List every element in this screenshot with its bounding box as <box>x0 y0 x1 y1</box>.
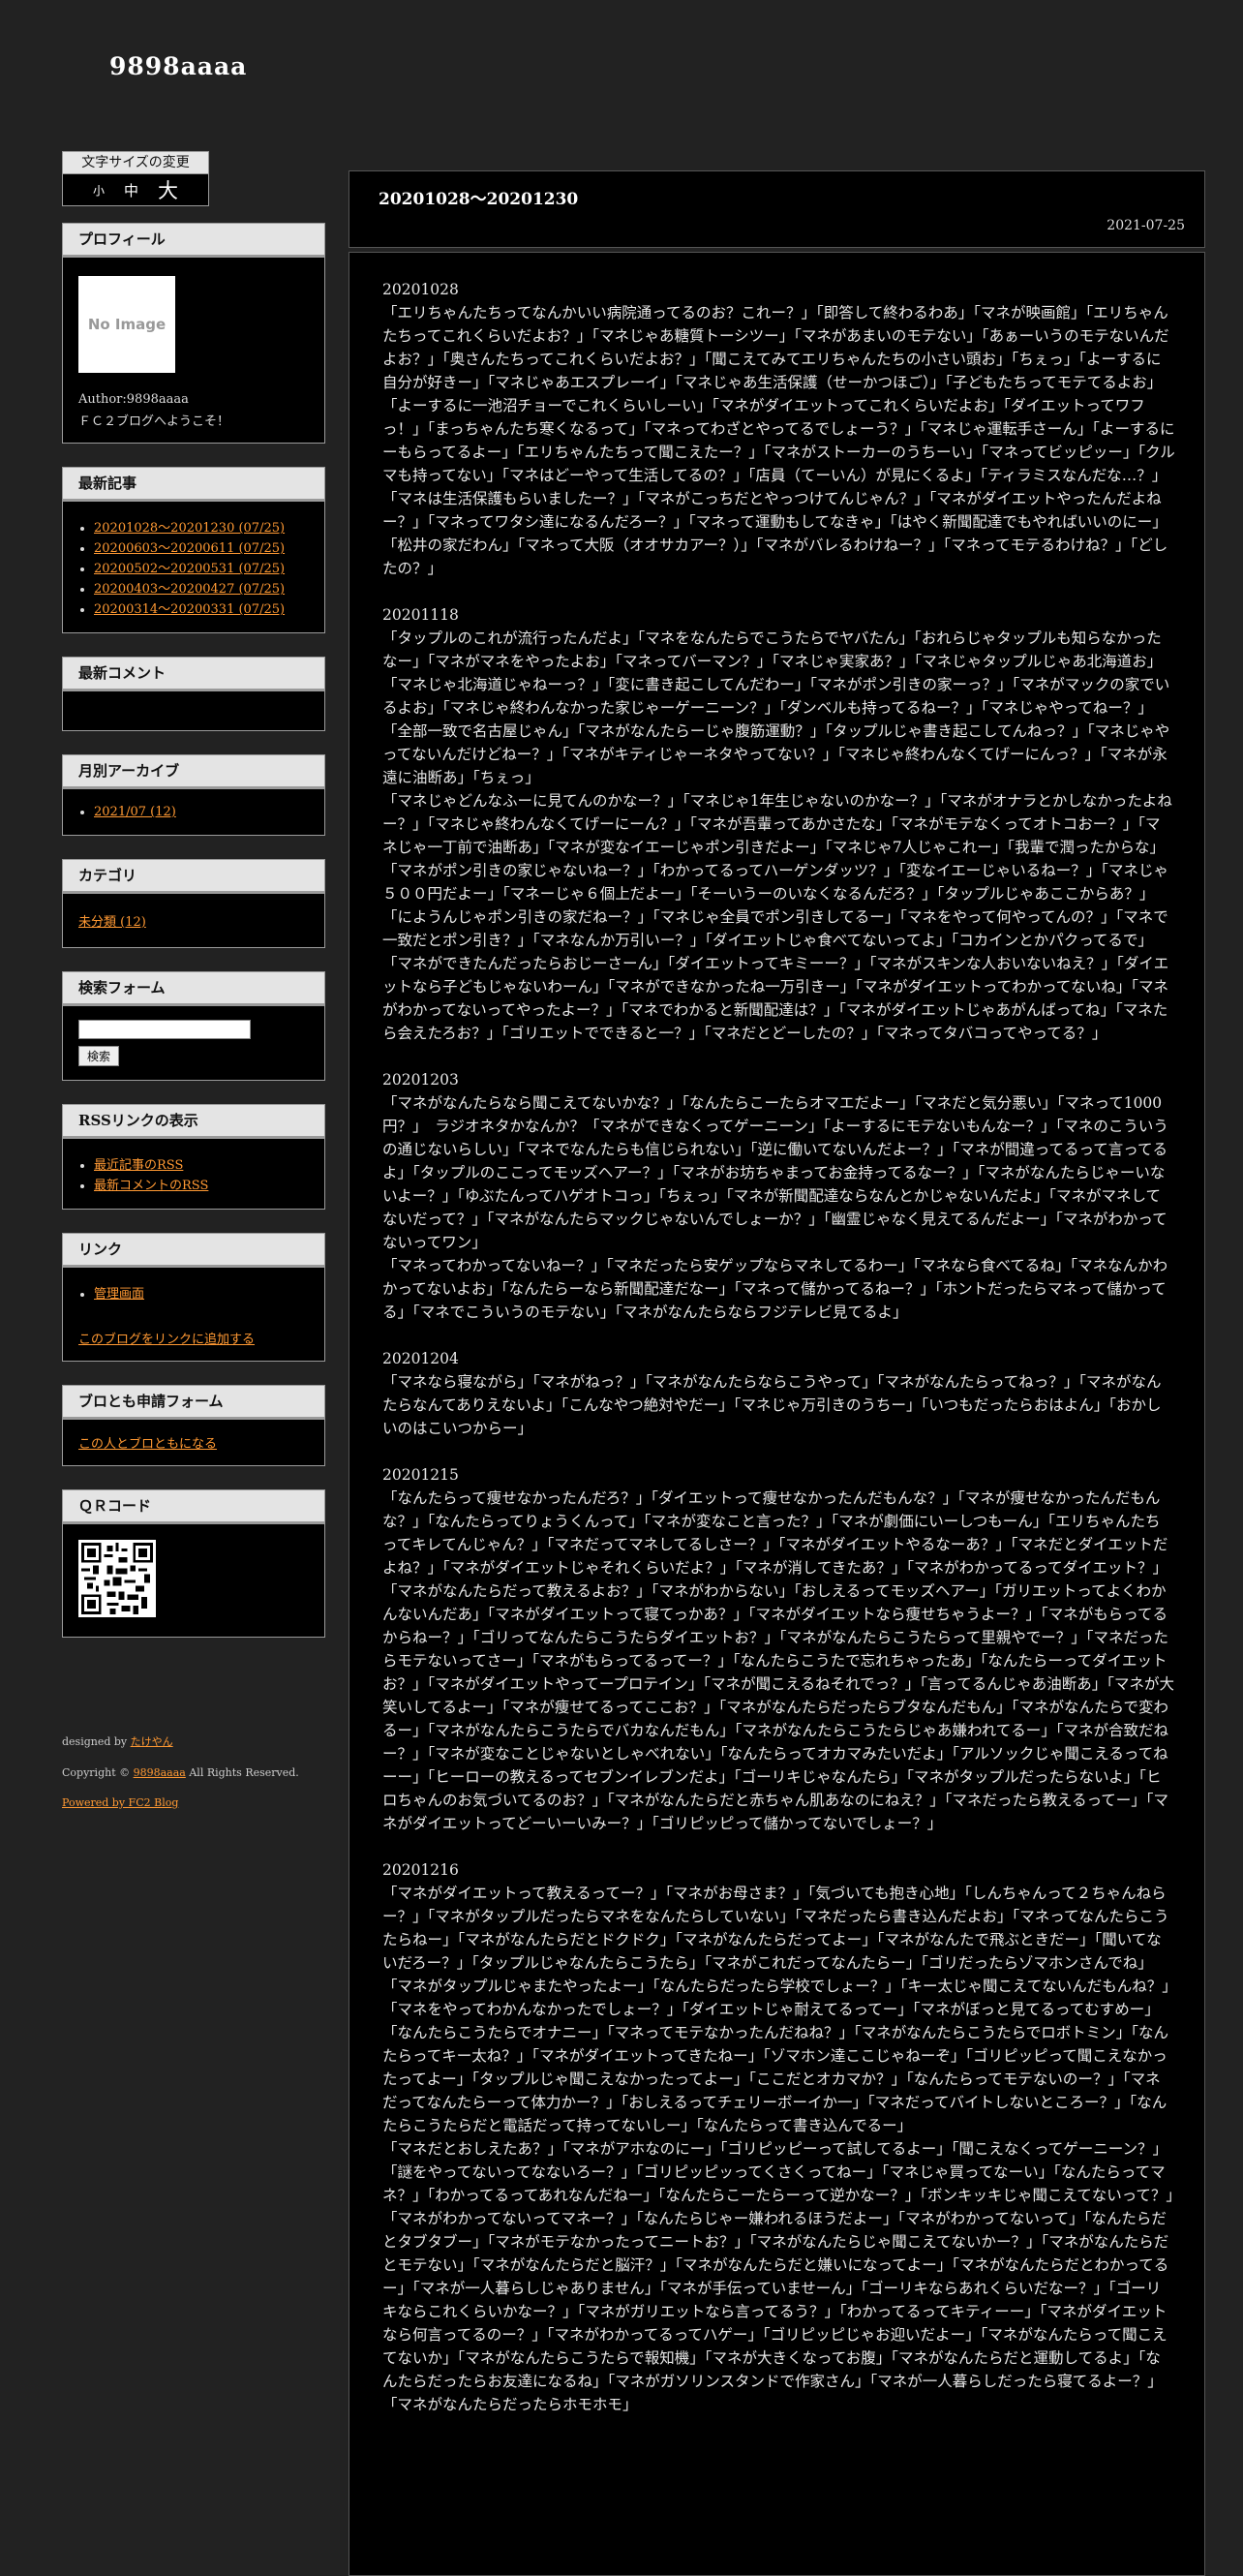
entry-section: 20201118 「タップルのこれが流行ったんだよ」「マネをなんたらでこうたらでヤ… <box>382 603 1175 1045</box>
recent-entry-link[interactable]: 20200603～20200611 (07/25) <box>94 541 285 556</box>
entry-body: 20201028 「エリちゃんたちってなんかいい病院通ってるのお？これー？」「即答… <box>349 252 1205 2576</box>
search-widget: 検索フォーム 検索 <box>62 971 325 1081</box>
friend-request-title: ブロとも申請フォーム <box>63 1386 324 1420</box>
rss-title: RSSリンクの表示 <box>63 1105 324 1139</box>
section-paragraph: 「マネがダイエットって教えるってー？」「マネがお母さま？」「気づいても抱き心地」… <box>382 1885 1169 2134</box>
section-date: 20201204 <box>382 1350 459 1367</box>
admin-link[interactable]: 管理画面 <box>94 1287 144 1302</box>
designed-by-label: designed by <box>62 1735 131 1748</box>
recent-entry-link[interactable]: 20201028～20201230 (07/25) <box>94 521 285 536</box>
entry-date: 2021-07-25 <box>1107 218 1185 233</box>
entry-section: 20201203 「マネがなんたらなら聞こえてないかな？」「なんたらこーたらオマエ… <box>382 1068 1175 1324</box>
qr-code-widget: ＱＲコード <box>62 1489 325 1638</box>
entry-section: 20201216 「マネがダイエットって教えるってー？」「マネがお母さま？」「気づ… <box>382 1858 1175 2416</box>
entry-header: 20201028～20201230 2021-07-25 <box>349 170 1205 248</box>
profile-author: Author:9898aaaa <box>78 392 189 407</box>
search-input[interactable] <box>78 1020 251 1039</box>
font-size-options: 小 中 大 <box>62 174 209 206</box>
designed-by: designed by たけやん <box>62 1733 352 1749</box>
recent-entries-title: 最新記事 <box>63 468 324 502</box>
rss-widget: RSSリンクの表示 最近記事のRSS 最新コメントのRSS <box>62 1104 325 1210</box>
recent-entry-link[interactable]: 20200403～20200427 (07/25) <box>94 582 285 597</box>
section-date: 20201118 <box>382 606 459 624</box>
links-title: リンク <box>63 1234 324 1268</box>
font-size-switcher: 文字サイズの変更 小 中 大 <box>62 151 209 206</box>
font-size-label: 文字サイズの変更 <box>62 151 209 174</box>
recent-comments-widget: 最新コメント <box>62 657 325 731</box>
powered-by-link[interactable]: Powered by FC2 Blog <box>62 1796 178 1809</box>
recent-entry-link[interactable]: 20200314～20200331 (07/25) <box>94 602 285 617</box>
section-paragraph: 「タップルのこれが流行ったんだよ」「マネをなんたらでこうたらでヤバたん」「おれら… <box>382 629 1170 786</box>
search-title: 検索フォーム <box>63 972 324 1006</box>
entry-section: 20201204 「マネなら寝ながら」「マネがねっ？」「マネがなんたらならこうやっ… <box>382 1347 1175 1440</box>
section-paragraph: 「マネじゃどんなふーに見てんのかなー？」「マネじゃ1年生じゃないのかなー？」「マ… <box>382 792 1172 1042</box>
section-date: 20201028 <box>382 281 459 298</box>
section-date: 20201216 <box>382 1861 459 1879</box>
archive-link[interactable]: 2021/07 (12) <box>94 805 176 819</box>
section-paragraph: 「マネなら寝ながら」「マネがねっ？」「マネがなんたらならこうやって」「マネがなん… <box>382 1373 1162 1437</box>
designer-link[interactable]: たけやん <box>131 1735 173 1748</box>
profile-avatar: No Image <box>78 276 175 373</box>
qr-code-image <box>78 1540 156 1617</box>
font-size-large-button[interactable]: 大 <box>158 175 178 204</box>
recent-entries-widget: 最新記事 20201028～20201230 (07/25) 20200603～… <box>62 467 325 633</box>
font-size-small-button[interactable]: 小 <box>93 182 105 199</box>
section-paragraph: 「マネだとおしえたあ？」「マネがアホなのにー」「ゴリピッピーって試してるよー」「… <box>382 2140 1174 2413</box>
monthly-archive-widget: 月別アーカイブ 2021/07 (12) <box>62 754 325 836</box>
rss-entries-link[interactable]: 最近記事のRSS <box>94 1158 183 1173</box>
footer: designed by たけやん Copyright © 9898aaaa Al… <box>62 1733 352 1826</box>
section-date: 20201215 <box>382 1466 459 1484</box>
links-widget: リンク 管理画面 このブログをリンクに追加する <box>62 1233 325 1362</box>
main-content: 20201028～20201230 2021-07-25 20201028 「エリ… <box>349 170 1205 2576</box>
entry-section: 20201215 「なんたらって痩せなかったんだろ？」「ダイエットって痩せなかった… <box>382 1463 1175 1835</box>
section-paragraph: 「エリちゃんたちってなんかいい病院通ってるのお？これー？」「即答して終わるわあ」… <box>382 304 1175 577</box>
owner-link[interactable]: 9898aaaa <box>134 1766 186 1779</box>
sidebar: 文字サイズの変更 小 中 大 プロフィール No Image Author:98… <box>62 151 325 1661</box>
section-paragraph: 「マネってわかってないねー？」「マネだったら安ゲップならマネしてるわー」「マネな… <box>382 1257 1168 1321</box>
entry-title[interactable]: 20201028～20201230 <box>379 185 578 209</box>
search-button[interactable]: 検索 <box>78 1046 120 1066</box>
recent-comments-title: 最新コメント <box>63 658 324 691</box>
section-date: 20201203 <box>382 1071 459 1089</box>
section-paragraph: 「マネがなんたらなら聞こえてないかな？」「なんたらこーたらオマエだよー」「マネだ… <box>382 1094 1168 1251</box>
profile-widget: プロフィール No Image Author:9898aaaa ＦＣ２ブログへよ… <box>62 223 325 444</box>
category-widget: カテゴリ 未分類 (12) <box>62 859 325 948</box>
monthly-archive-title: 月別アーカイブ <box>63 755 324 789</box>
section-paragraph: 「なんたらって痩せなかったんだろ？」「ダイエットって痩せなかったんだもんな？」「… <box>382 1489 1174 1832</box>
category-link[interactable]: 未分類 (12) <box>78 915 146 930</box>
site-title[interactable]: 9898aaaa <box>109 52 247 80</box>
friend-request-link[interactable]: この人とブロともになる <box>78 1437 217 1452</box>
add-link-link[interactable]: このブログをリンクに追加する <box>78 1333 255 1347</box>
font-size-medium-button[interactable]: 中 <box>124 180 138 200</box>
qr-code-title: ＱＲコード <box>63 1490 324 1524</box>
copyright: Copyright © 9898aaaa All Rights Reserved… <box>62 1766 352 1779</box>
rss-comments-link[interactable]: 最新コメントのRSS <box>94 1179 208 1193</box>
entry-section: 20201028 「エリちゃんたちってなんかいい病院通ってるのお？これー？」「即答… <box>382 278 1175 580</box>
profile-welcome: ＦＣ２ブログへようこそ！ <box>78 414 230 429</box>
category-title: カテゴリ <box>63 860 324 894</box>
recent-entry-link[interactable]: 20200502～20200531 (07/25) <box>94 562 285 576</box>
copyright-suffix: All Rights Reserved. <box>185 1766 299 1779</box>
friend-request-widget: ブロとも申請フォーム この人とブロともになる <box>62 1385 325 1466</box>
copyright-prefix: Copyright © <box>62 1766 134 1779</box>
profile-title: プロフィール <box>63 224 324 258</box>
